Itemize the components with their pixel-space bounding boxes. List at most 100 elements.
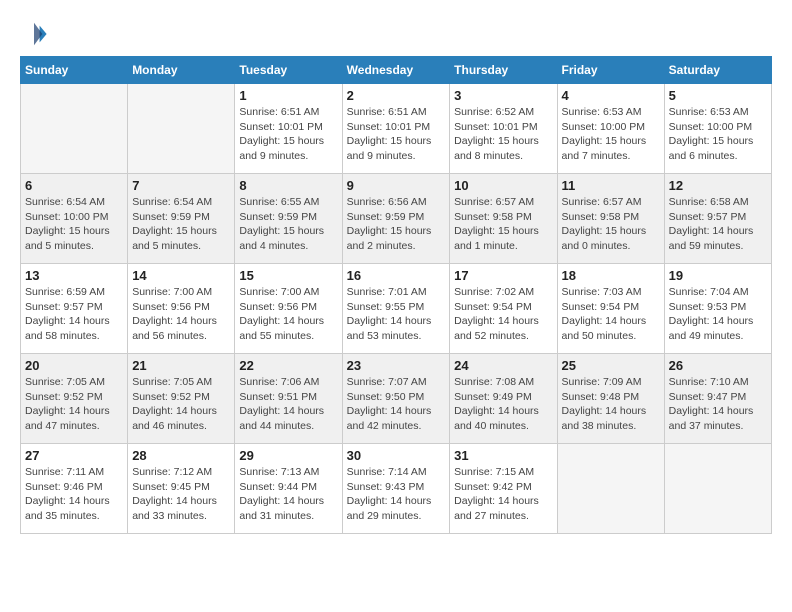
day-info: Sunrise: 7:13 AM Sunset: 9:44 PM Dayligh… xyxy=(239,465,337,524)
weekday-header: Saturday xyxy=(664,57,771,84)
day-number: 5 xyxy=(669,88,767,103)
calendar-cell xyxy=(664,444,771,534)
day-number: 19 xyxy=(669,268,767,283)
calendar-cell: 6Sunrise: 6:54 AM Sunset: 10:00 PM Dayli… xyxy=(21,174,128,264)
calendar-cell: 21Sunrise: 7:05 AM Sunset: 9:52 PM Dayli… xyxy=(128,354,235,444)
day-info: Sunrise: 6:52 AM Sunset: 10:01 PM Daylig… xyxy=(454,105,552,164)
day-number: 28 xyxy=(132,448,230,463)
day-number: 31 xyxy=(454,448,552,463)
day-number: 3 xyxy=(454,88,552,103)
day-info: Sunrise: 6:53 AM Sunset: 10:00 PM Daylig… xyxy=(562,105,660,164)
day-info: Sunrise: 7:03 AM Sunset: 9:54 PM Dayligh… xyxy=(562,285,660,344)
day-number: 9 xyxy=(347,178,446,193)
calendar-cell xyxy=(128,84,235,174)
day-number: 7 xyxy=(132,178,230,193)
day-number: 23 xyxy=(347,358,446,373)
day-info: Sunrise: 7:07 AM Sunset: 9:50 PM Dayligh… xyxy=(347,375,446,434)
day-info: Sunrise: 6:51 AM Sunset: 10:01 PM Daylig… xyxy=(347,105,446,164)
day-info: Sunrise: 7:04 AM Sunset: 9:53 PM Dayligh… xyxy=(669,285,767,344)
day-info: Sunrise: 7:08 AM Sunset: 9:49 PM Dayligh… xyxy=(454,375,552,434)
logo-icon xyxy=(20,20,48,48)
day-number: 2 xyxy=(347,88,446,103)
calendar-cell: 8Sunrise: 6:55 AM Sunset: 9:59 PM Daylig… xyxy=(235,174,342,264)
day-number: 15 xyxy=(239,268,337,283)
calendar-cell: 19 Sunrise: 7:04 AM Sunset: 9:53 PM Dayli… xyxy=(664,264,771,354)
day-info: Sunrise: 7:11 AM Sunset: 9:46 PM Dayligh… xyxy=(25,465,123,524)
calendar-cell: 3 Sunrise: 6:52 AM Sunset: 10:01 PM Dayli… xyxy=(450,84,557,174)
day-info: Sunrise: 7:01 AM Sunset: 9:55 PM Dayligh… xyxy=(347,285,446,344)
calendar-cell: 11 Sunrise: 6:57 AM Sunset: 9:58 PM Dayli… xyxy=(557,174,664,264)
day-number: 11 xyxy=(562,178,660,193)
logo xyxy=(20,20,52,48)
calendar-cell: 12 Sunrise: 6:58 AM Sunset: 9:57 PM Dayli… xyxy=(664,174,771,264)
day-info: Sunrise: 7:02 AM Sunset: 9:54 PM Dayligh… xyxy=(454,285,552,344)
day-number: 30 xyxy=(347,448,446,463)
day-number: 16 xyxy=(347,268,446,283)
weekday-header: Sunday xyxy=(21,57,128,84)
day-info: Sunrise: 6:54 AM Sunset: 9:59 PM Dayligh… xyxy=(132,195,230,254)
weekday-header: Friday xyxy=(557,57,664,84)
day-number: 24 xyxy=(454,358,552,373)
calendar-week-row: 27 Sunrise: 7:11 AM Sunset: 9:46 PM Dayli… xyxy=(21,444,772,534)
day-info: Sunrise: 6:53 AM Sunset: 10:00 PM Daylig… xyxy=(669,105,767,164)
day-info: Sunrise: 6:55 AM Sunset: 9:59 PM Dayligh… xyxy=(239,195,337,254)
day-number: 1 xyxy=(239,88,337,103)
weekday-header: Thursday xyxy=(450,57,557,84)
weekday-header: Monday xyxy=(128,57,235,84)
calendar-cell: 9 Sunrise: 6:56 AM Sunset: 9:59 PM Daylig… xyxy=(342,174,450,264)
calendar-cell: 14 Sunrise: 7:00 AM Sunset: 9:56 PM Dayli… xyxy=(128,264,235,354)
day-number: 27 xyxy=(25,448,123,463)
calendar-cell: 20 Sunrise: 7:05 AM Sunset: 9:52 PM Dayli… xyxy=(21,354,128,444)
day-info: Sunrise: 6:58 AM Sunset: 9:57 PM Dayligh… xyxy=(669,195,767,254)
day-info: Sunrise: 7:09 AM Sunset: 9:48 PM Dayligh… xyxy=(562,375,660,434)
calendar-cell: 28 Sunrise: 7:12 AM Sunset: 9:45 PM Dayli… xyxy=(128,444,235,534)
day-info: Sunrise: 6:51 AM Sunset: 10:01 PM Daylig… xyxy=(239,105,337,164)
calendar-cell: 16 Sunrise: 7:01 AM Sunset: 9:55 PM Dayli… xyxy=(342,264,450,354)
day-info: Sunrise: 7:10 AM Sunset: 9:47 PM Dayligh… xyxy=(669,375,767,434)
page-header xyxy=(20,20,772,48)
day-info: Sunrise: 6:54 AM Sunset: 10:00 PM Daylig… xyxy=(25,195,123,254)
calendar-cell: 5 Sunrise: 6:53 AM Sunset: 10:00 PM Dayli… xyxy=(664,84,771,174)
day-info: Sunrise: 7:12 AM Sunset: 9:45 PM Dayligh… xyxy=(132,465,230,524)
calendar-cell: 26Sunrise: 7:10 AM Sunset: 9:47 PM Dayli… xyxy=(664,354,771,444)
calendar-week-row: 20 Sunrise: 7:05 AM Sunset: 9:52 PM Dayli… xyxy=(21,354,772,444)
calendar-cell: 29 Sunrise: 7:13 AM Sunset: 9:44 PM Dayli… xyxy=(235,444,342,534)
calendar-cell: 25 Sunrise: 7:09 AM Sunset: 9:48 PM Dayli… xyxy=(557,354,664,444)
day-info: Sunrise: 6:57 AM Sunset: 9:58 PM Dayligh… xyxy=(562,195,660,254)
day-number: 12 xyxy=(669,178,767,193)
calendar-cell: 24 Sunrise: 7:08 AM Sunset: 9:49 PM Dayli… xyxy=(450,354,557,444)
day-number: 25 xyxy=(562,358,660,373)
calendar-cell: 17Sunrise: 7:02 AM Sunset: 9:54 PM Dayli… xyxy=(450,264,557,354)
day-number: 14 xyxy=(132,268,230,283)
calendar-header-row: SundayMondayTuesdayWednesdayThursdayFrid… xyxy=(21,57,772,84)
calendar-cell: 23 Sunrise: 7:07 AM Sunset: 9:50 PM Dayli… xyxy=(342,354,450,444)
calendar: SundayMondayTuesdayWednesdayThursdayFrid… xyxy=(20,56,772,534)
day-number: 22 xyxy=(239,358,337,373)
calendar-cell: 7 Sunrise: 6:54 AM Sunset: 9:59 PM Daylig… xyxy=(128,174,235,264)
day-info: Sunrise: 6:56 AM Sunset: 9:59 PM Dayligh… xyxy=(347,195,446,254)
calendar-cell xyxy=(557,444,664,534)
calendar-cell: 30 Sunrise: 7:14 AM Sunset: 9:43 PM Dayli… xyxy=(342,444,450,534)
day-info: Sunrise: 7:15 AM Sunset: 9:42 PM Dayligh… xyxy=(454,465,552,524)
calendar-cell: 10 Sunrise: 6:57 AM Sunset: 9:58 PM Dayli… xyxy=(450,174,557,264)
calendar-cell: 2 Sunrise: 6:51 AM Sunset: 10:01 PM Dayli… xyxy=(342,84,450,174)
day-info: Sunrise: 7:06 AM Sunset: 9:51 PM Dayligh… xyxy=(239,375,337,434)
calendar-cell: 31 Sunrise: 7:15 AM Sunset: 9:42 PM Dayli… xyxy=(450,444,557,534)
calendar-cell: 22 Sunrise: 7:06 AM Sunset: 9:51 PM Dayli… xyxy=(235,354,342,444)
day-info: Sunrise: 7:14 AM Sunset: 9:43 PM Dayligh… xyxy=(347,465,446,524)
day-number: 10 xyxy=(454,178,552,193)
calendar-cell: 4Sunrise: 6:53 AM Sunset: 10:00 PM Dayli… xyxy=(557,84,664,174)
day-info: Sunrise: 7:00 AM Sunset: 9:56 PM Dayligh… xyxy=(132,285,230,344)
day-info: Sunrise: 6:59 AM Sunset: 9:57 PM Dayligh… xyxy=(25,285,123,344)
day-number: 18 xyxy=(562,268,660,283)
calendar-week-row: 1 Sunrise: 6:51 AM Sunset: 10:01 PM Dayli… xyxy=(21,84,772,174)
day-info: Sunrise: 7:05 AM Sunset: 9:52 PM Dayligh… xyxy=(25,375,123,434)
day-number: 20 xyxy=(25,358,123,373)
day-info: Sunrise: 6:57 AM Sunset: 9:58 PM Dayligh… xyxy=(454,195,552,254)
calendar-cell: 27 Sunrise: 7:11 AM Sunset: 9:46 PM Dayli… xyxy=(21,444,128,534)
weekday-header: Tuesday xyxy=(235,57,342,84)
calendar-cell xyxy=(21,84,128,174)
day-number: 29 xyxy=(239,448,337,463)
weekday-header: Wednesday xyxy=(342,57,450,84)
calendar-cell: 15Sunrise: 7:00 AM Sunset: 9:56 PM Dayli… xyxy=(235,264,342,354)
